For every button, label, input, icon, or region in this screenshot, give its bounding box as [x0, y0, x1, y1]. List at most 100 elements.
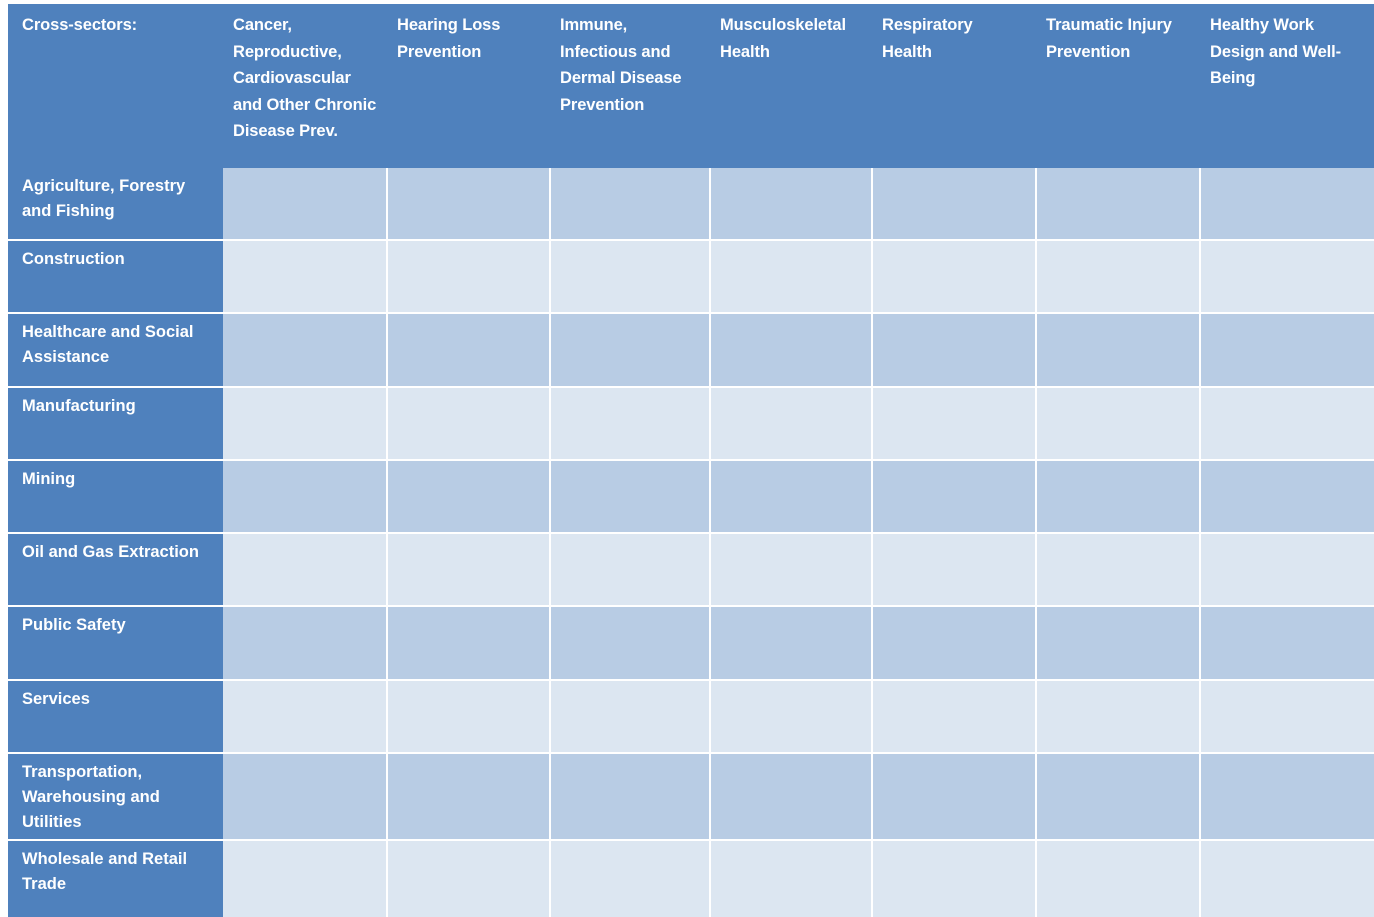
matrix-cell[interactable] — [872, 606, 1037, 681]
matrix-cell[interactable] — [223, 533, 388, 607]
matrix-cell[interactable] — [710, 313, 873, 388]
table-row: Manufacturing — [8, 387, 1374, 461]
matrix-cell[interactable] — [550, 168, 711, 241]
matrix-cell[interactable] — [550, 533, 711, 607]
table-row: Mining — [8, 460, 1374, 534]
matrix-cell[interactable] — [387, 753, 551, 841]
matrix-cell[interactable] — [872, 840, 1037, 917]
matrix-cell[interactable] — [872, 753, 1037, 841]
table-row: Wholesale and Retail Trade — [8, 840, 1374, 917]
matrix-cell[interactable] — [1036, 460, 1201, 534]
matrix-cell[interactable] — [872, 313, 1037, 388]
matrix-cell[interactable] — [1036, 606, 1201, 681]
column-header-musculoskeletal-health: Musculoskeletal Health — [710, 4, 872, 168]
matrix-cell[interactable] — [387, 460, 551, 534]
matrix-cell[interactable] — [550, 387, 711, 461]
matrix-cell[interactable] — [710, 460, 873, 534]
matrix-cell[interactable] — [872, 240, 1037, 314]
matrix-cell[interactable] — [1200, 680, 1374, 754]
matrix-cell[interactable] — [1200, 840, 1374, 917]
matrix-cell[interactable] — [1200, 240, 1374, 314]
cross-sector-matrix: Cross-sectors: Cancer, Reproductive, Car… — [0, 0, 1374, 917]
matrix-cell[interactable] — [1200, 460, 1374, 534]
table-row: Construction — [8, 240, 1374, 314]
row-header-transportation-warehousing-utilities: Transportation, Warehousing and Utilitie… — [8, 753, 223, 841]
matrix-cell[interactable] — [387, 313, 551, 388]
column-header-hearing-loss-prevention: Hearing Loss Prevention — [387, 4, 550, 168]
matrix-cell[interactable] — [872, 680, 1037, 754]
matrix-cell[interactable] — [1200, 313, 1374, 388]
table-row: Oil and Gas Extraction — [8, 533, 1374, 607]
matrix-cell[interactable] — [710, 387, 873, 461]
column-header-chronic-disease-prevention: Cancer, Reproductive, Cardiovascular and… — [223, 4, 387, 168]
matrix-cell[interactable] — [872, 387, 1037, 461]
table-row: Services — [8, 680, 1374, 754]
matrix-cell[interactable] — [872, 460, 1037, 534]
matrix-cell[interactable] — [550, 313, 711, 388]
matrix-cell[interactable] — [872, 533, 1037, 607]
column-header-traumatic-injury-prevention: Traumatic Injury Prevention — [1036, 4, 1200, 168]
matrix-cell[interactable] — [1200, 533, 1374, 607]
matrix-cell[interactable] — [1036, 533, 1201, 607]
matrix-cell[interactable] — [1200, 387, 1374, 461]
row-header-construction: Construction — [8, 240, 223, 314]
row-header-healthcare-social-assistance: Healthcare and Social Assistance — [8, 313, 223, 388]
matrix-cell[interactable] — [1036, 240, 1201, 314]
matrix-cell[interactable] — [1036, 168, 1201, 241]
table-row: Healthcare and Social Assistance — [8, 313, 1374, 388]
matrix-cell[interactable] — [223, 606, 388, 681]
matrix-cell[interactable] — [710, 606, 873, 681]
matrix-cell[interactable] — [550, 606, 711, 681]
matrix-cell[interactable] — [550, 240, 711, 314]
row-header-manufacturing: Manufacturing — [8, 387, 223, 461]
row-header-mining: Mining — [8, 460, 223, 534]
row-header-oil-and-gas-extraction: Oil and Gas Extraction — [8, 533, 223, 607]
matrix-cell[interactable] — [710, 840, 873, 917]
matrix-cell[interactable] — [710, 168, 873, 241]
matrix-cell[interactable] — [550, 753, 711, 841]
matrix-cell[interactable] — [223, 460, 388, 534]
matrix-cell[interactable] — [1036, 753, 1201, 841]
matrix-cell[interactable] — [1036, 387, 1201, 461]
matrix-cell[interactable] — [710, 240, 873, 314]
row-header-services: Services — [8, 680, 223, 754]
matrix-cell[interactable] — [387, 680, 551, 754]
matrix-cell[interactable] — [1036, 680, 1201, 754]
matrix-cell[interactable] — [872, 168, 1037, 241]
matrix-cell[interactable] — [1200, 606, 1374, 681]
matrix-cell[interactable] — [387, 533, 551, 607]
matrix-cell[interactable] — [223, 313, 388, 388]
matrix-cell[interactable] — [710, 753, 873, 841]
matrix-cell[interactable] — [1200, 753, 1374, 841]
matrix-cell[interactable] — [387, 168, 551, 241]
matrix-cell[interactable] — [1036, 840, 1201, 917]
matrix-cell[interactable] — [387, 240, 551, 314]
row-header-wholesale-and-retail-trade: Wholesale and Retail Trade — [8, 840, 223, 917]
matrix-cell[interactable] — [223, 387, 388, 461]
header-row: Cross-sectors: Cancer, Reproductive, Car… — [8, 4, 1374, 168]
corner-header-cross-sectors: Cross-sectors: — [8, 4, 223, 168]
column-header-respiratory-health: Respiratory Health — [872, 4, 1036, 168]
matrix-cell[interactable] — [710, 533, 873, 607]
matrix-cell[interactable] — [223, 168, 388, 241]
matrix-cell[interactable] — [223, 840, 388, 917]
sector-program-matrix-table: Cross-sectors: Cancer, Reproductive, Car… — [8, 4, 1374, 917]
matrix-cell[interactable] — [550, 680, 711, 754]
matrix-cell[interactable] — [387, 387, 551, 461]
matrix-cell[interactable] — [387, 606, 551, 681]
matrix-cell[interactable] — [1036, 313, 1201, 388]
column-header-healthy-work-design: Healthy Work Design and Well-Being — [1200, 4, 1374, 168]
column-header-immune-infectious-dermal: Immune, Infectious and Dermal Disease Pr… — [550, 4, 710, 168]
row-header-public-safety: Public Safety — [8, 606, 223, 681]
table-header: Cross-sectors: Cancer, Reproductive, Car… — [8, 4, 1374, 168]
matrix-cell[interactable] — [387, 840, 551, 917]
matrix-cell[interactable] — [223, 680, 388, 754]
matrix-cell[interactable] — [223, 240, 388, 314]
matrix-cell[interactable] — [550, 460, 711, 534]
row-header-agriculture-forestry-fishing: Agriculture, Forestry and Fishing — [8, 168, 223, 241]
matrix-cell[interactable] — [710, 680, 873, 754]
table-body: Agriculture, Forestry and Fishing Constr… — [8, 168, 1374, 917]
matrix-cell[interactable] — [1200, 168, 1374, 241]
matrix-cell[interactable] — [550, 840, 711, 917]
matrix-cell[interactable] — [223, 753, 388, 841]
